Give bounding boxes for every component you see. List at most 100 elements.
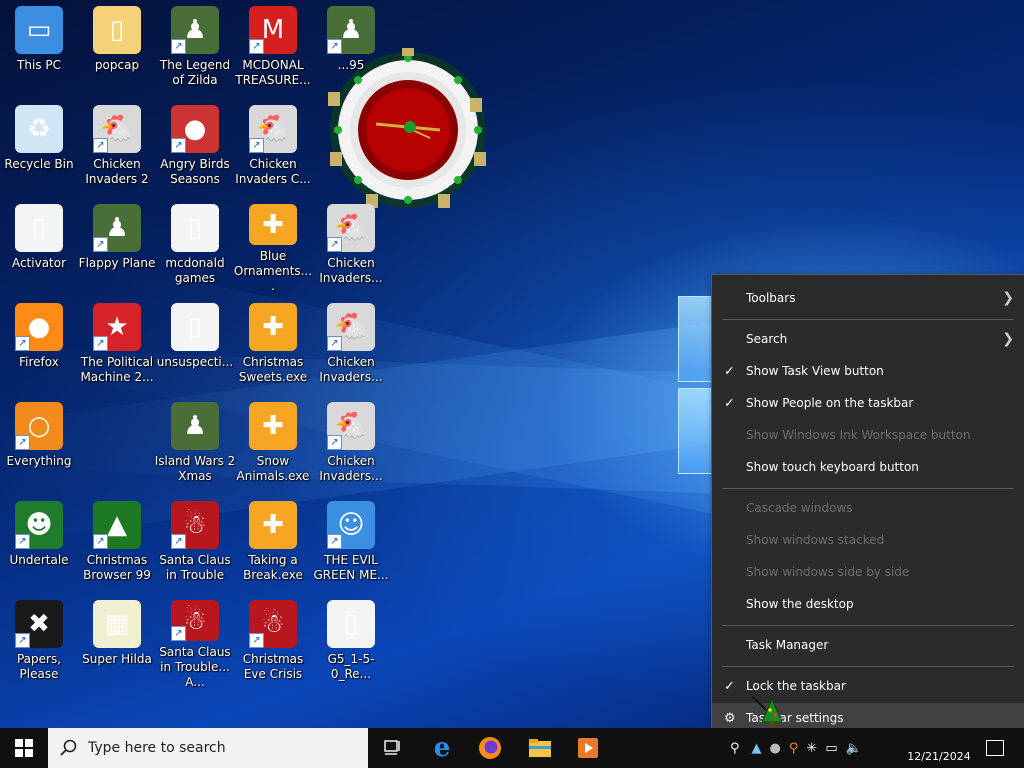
- desktop-icon[interactable]: ▭ This PC: [0, 0, 78, 96]
- desktop-icon[interactable]: ● ↗ Angry Birds Seasons: [156, 99, 234, 195]
- desktop-icon[interactable]: ● ↗ Firefox: [0, 297, 78, 393]
- game-icon: ♟ ↗: [93, 204, 141, 252]
- tray-snowflake-icon[interactable]: ✳: [806, 741, 817, 756]
- game-icon: ♟ ↗: [327, 6, 375, 54]
- media-player-icon: [578, 738, 598, 758]
- chicken-icon: 🐔 ↗: [249, 105, 297, 153]
- tray-drop-icon[interactable]: ●: [770, 741, 781, 756]
- menu-separator: [722, 319, 1014, 320]
- menu-item-cascade-windows: Cascade windows: [746, 501, 853, 515]
- desktop-icon[interactable]: ☃ ↗ Christmas Eve Crisis: [234, 594, 312, 690]
- desktop-icon-label: MCDONAL TREASURE...: [235, 58, 311, 87]
- desktop-icon[interactable]: ▯ G5_1-5-0_Re...: [312, 594, 390, 690]
- menu-item-task-manager[interactable]: Task Manager: [712, 630, 1024, 660]
- menu-item-windows-side-by-side: Show windows side by side: [746, 565, 910, 579]
- desktop-icon-label: Chicken Invaders 2: [85, 157, 149, 186]
- desktop[interactable]: ▭ This PC ▯ popcap ♟ ↗ The Legend of Zilda M ↗ MC…: [0, 0, 1024, 768]
- menu-item-show-people[interactable]: ✓ Show People on the taskbar: [712, 388, 1024, 418]
- menu-item-show-desktop[interactable]: Show the desktop: [712, 589, 1024, 619]
- desktop-icon[interactable]: ♟ ↗ Flappy Plane: [78, 198, 156, 294]
- desktop-icon[interactable]: ✚ Christmas Sweets.exe: [234, 297, 312, 393]
- desktop-icon[interactable]: ▯ Activator: [0, 198, 78, 294]
- xmas-tree-icon: ▲ ↗: [93, 501, 141, 549]
- shortcut-arrow-icon: ↗: [15, 435, 30, 450]
- desktop-icon-label: Super Hilda: [82, 652, 152, 666]
- chicken-icon: 🐔 ↗: [327, 402, 375, 450]
- taskbar-media-player-button[interactable]: [564, 728, 612, 768]
- start-button[interactable]: [0, 728, 48, 768]
- tray-search-icon[interactable]: ⚲: [789, 741, 799, 756]
- desktop-icon[interactable]: ☺ ↗ THE EVIL GREEN ME...: [312, 495, 390, 591]
- shortcut-arrow-icon: ↗: [93, 138, 108, 153]
- santa-icon: ☃ ↗: [171, 600, 219, 641]
- desktop-icon[interactable]: ▯ unsuspecti...: [156, 297, 234, 393]
- menu-item-windows-stacked: Show windows stacked: [746, 533, 885, 547]
- shortcut-arrow-icon: ↗: [327, 336, 342, 351]
- badge-icon: ★ ↗: [93, 303, 141, 351]
- network-icon[interactable]: ▭: [825, 741, 837, 756]
- desktop-icon-label: Flappy Plane: [78, 256, 156, 270]
- desktop-icon[interactable]: ▯ popcap: [78, 0, 156, 96]
- desktop-icon-label: The Political Machine 2...: [80, 355, 154, 384]
- tray-app-icon[interactable]: ▲: [752, 741, 762, 756]
- desktop-icon[interactable]: ▲ ↗ Christmas Browser 99: [78, 495, 156, 591]
- desktop-icon[interactable]: ○ ↗ Everything: [0, 396, 78, 492]
- desktop-icon[interactable]: ✚ Taking a Break.exe: [234, 495, 312, 591]
- pixel-icon: ▦: [93, 600, 141, 648]
- taskbar-firefox-button[interactable]: [466, 728, 514, 768]
- taskbar-file-explorer-button[interactable]: [516, 728, 564, 768]
- desktop-icon[interactable]: ✖ ↗ Papers, Please: [0, 594, 78, 690]
- shortcut-arrow-icon: ↗: [171, 39, 186, 54]
- desktop-icon-label: Island Wars 2 Xmas: [154, 454, 236, 483]
- desktop-icon[interactable]: ▯ mcdonald games: [156, 198, 234, 294]
- desktop-icon-label: Snow Animals.exe: [236, 454, 310, 483]
- desktop-icon[interactable]: ✚ Snow Animals.exe: [234, 396, 312, 492]
- desktop-icon[interactable]: ☃ ↗ Santa Claus in Trouble: [156, 495, 234, 591]
- search-placeholder: Type here to search: [88, 740, 226, 756]
- desktop-icon[interactable]: 🐔 ↗ Chicken Invaders C...: [234, 99, 312, 195]
- checkmark-icon: ✓: [724, 678, 735, 694]
- desktop-icon-label: Christmas Eve Crisis: [242, 652, 304, 681]
- menu-item-toolbars[interactable]: Toolbars ❯: [712, 283, 1024, 313]
- desktop-icon[interactable]: 🐔 ↗ Chicken Invaders...: [312, 396, 390, 492]
- volume-muted-icon[interactable]: 🔈: [846, 741, 862, 756]
- desktop-icon[interactable]: ☃ ↗ Santa Claus in Trouble... A...: [156, 594, 234, 690]
- desktop-icon-label: Chicken Invaders...: [319, 454, 383, 483]
- recycle-bin-icon: ♻: [15, 105, 63, 153]
- checkmark-icon: ✓: [724, 363, 735, 379]
- taskbar-clock-date[interactable]: 12/21/2024: [904, 748, 974, 768]
- menu-item-show-touch-keyboard[interactable]: Show touch keyboard button: [712, 452, 1024, 482]
- taskbar-edge-button[interactable]: e: [418, 728, 466, 768]
- desktop-icon[interactable]: M ↗ MCDONAL TREASURE...: [234, 0, 312, 96]
- menu-item-search[interactable]: Search ❯: [712, 324, 1024, 354]
- desktop-icon-label: popcap: [94, 58, 140, 72]
- taskbar-search-box[interactable]: Type here to search: [48, 728, 368, 768]
- desktop-icon[interactable]: ★ ↗ The Political Machine 2...: [78, 297, 156, 393]
- desktop-icon[interactable]: 🐔 ↗ Chicken Invaders 2: [78, 99, 156, 195]
- desktop-icon[interactable]: ✚ Blue Ornaments....: [234, 198, 312, 294]
- puzzle-icon: ✚: [249, 402, 297, 450]
- game-icon: ♟ ↗: [171, 6, 219, 54]
- desktop-icon[interactable]: ♟ ↗ The Legend of Zilda: [156, 0, 234, 96]
- desktop-icon[interactable]: ☻ ↗ Undertale: [0, 495, 78, 591]
- desktop-icon-label: Angry Birds Seasons: [160, 157, 230, 186]
- desktop-icon[interactable]: 🐔 ↗ Chicken Invaders...: [312, 297, 390, 393]
- shortcut-arrow-icon: ↗: [15, 633, 30, 648]
- desktop-icon-label: Activator: [11, 256, 67, 270]
- action-center-icon[interactable]: [986, 740, 1004, 756]
- desktop-icon-label: Recycle Bin: [4, 157, 74, 171]
- shortcut-arrow-icon: ↗: [327, 435, 342, 450]
- desktop-icon[interactable]: ♟ ↗ ...95: [312, 0, 390, 96]
- desktop-icon-label: THE EVIL GREEN ME...: [313, 553, 389, 582]
- menu-separator: [722, 625, 1014, 626]
- desktop-icon[interactable]: 🐔 ↗ Chicken Invaders...: [312, 198, 390, 294]
- people-icon[interactable]: ⚲: [730, 741, 740, 756]
- desktop-icon[interactable]: ▦ Super Hilda: [78, 594, 156, 690]
- shortcut-arrow-icon: ↗: [171, 534, 186, 549]
- menu-item-show-task-view[interactable]: ✓ Show Task View button: [712, 356, 1024, 386]
- desktop-icon[interactable]: ♟ Island Wars 2 Xmas: [154, 396, 236, 492]
- task-view-button[interactable]: [368, 728, 416, 768]
- desktop-icon[interactable]: ♻ Recycle Bin: [0, 99, 78, 195]
- desktop-icon-label: Undertale: [9, 553, 69, 567]
- windows-logo-icon: [15, 739, 33, 757]
